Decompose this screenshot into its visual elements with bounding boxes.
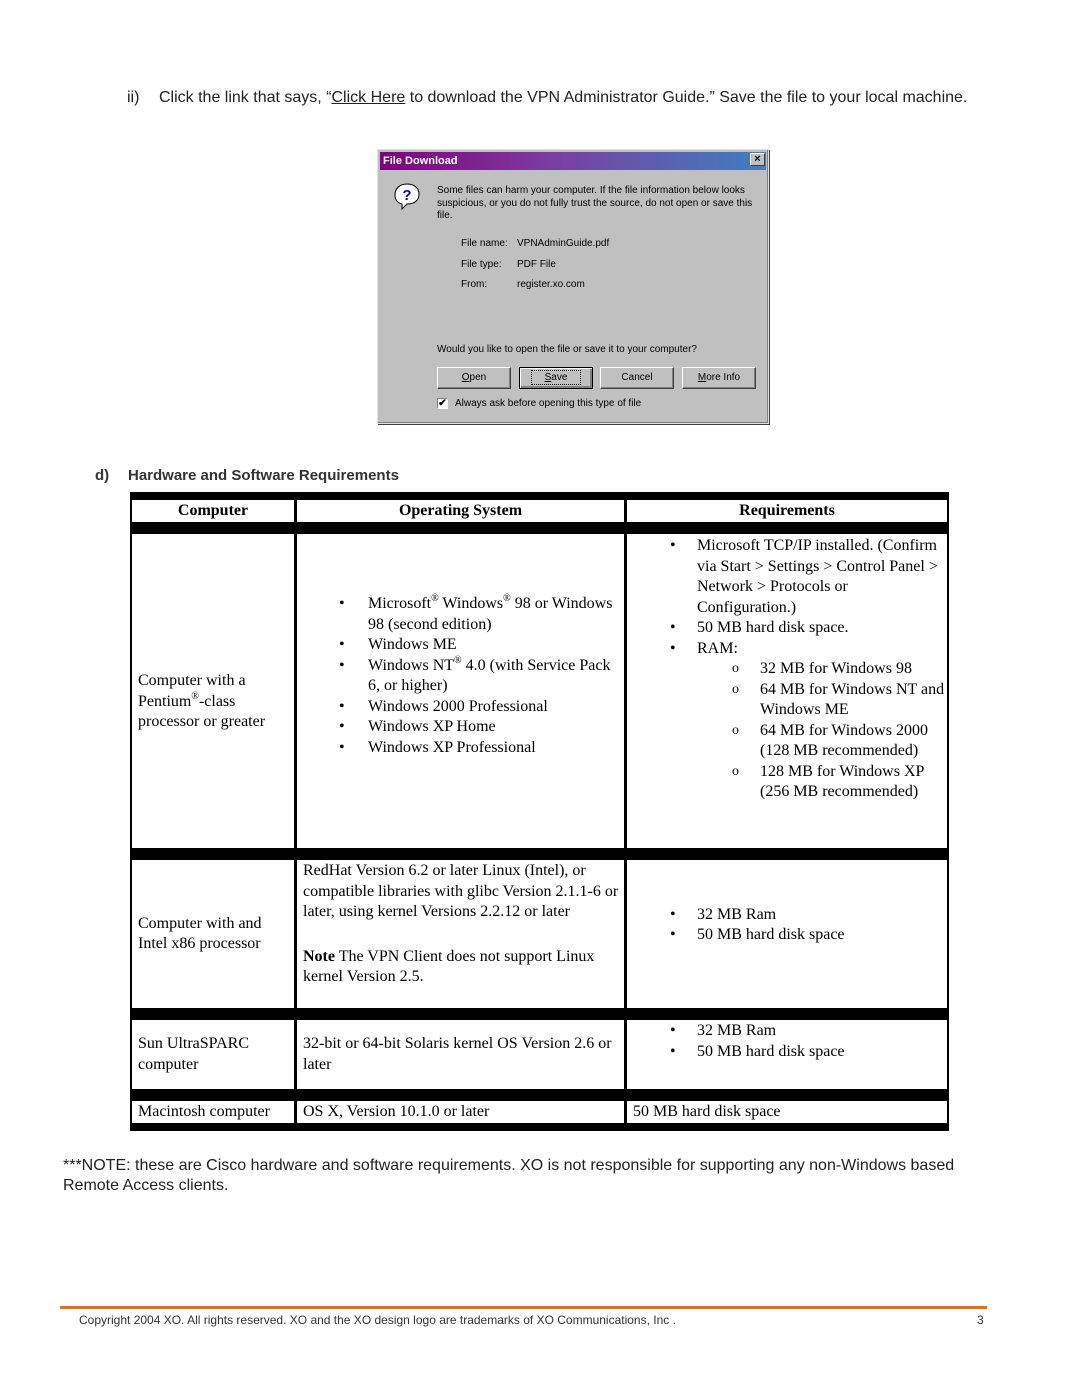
requirements-list: 32 MB Ram 50 MB hard disk space	[633, 905, 947, 946]
field-value: VPNAdminGuide.pdf	[517, 238, 610, 249]
save-button[interactable]: Save	[519, 367, 593, 389]
computer-cell: Macintosh computer	[132, 1101, 297, 1123]
registered-mark: ®	[503, 593, 511, 604]
list-item: RAM:	[633, 639, 947, 660]
text: Microsoft	[368, 595, 432, 612]
click-here-link[interactable]: Click Here	[332, 89, 406, 106]
registered-mark: ®	[431, 593, 439, 604]
os-cell: RedHat Version 6.2 or later Linux (Intel…	[297, 860, 627, 1008]
support-note: ***NOTE: these are Cisco hardware and so…	[63, 1157, 955, 1194]
field-label: File type:	[461, 259, 502, 270]
table-row: Computer with a Pentium®-class processor…	[130, 534, 949, 848]
cancel-button[interactable]: Cancel	[600, 367, 674, 389]
os-note: Note The VPN Client does not support Lin…	[303, 947, 624, 988]
more-info-button[interactable]: More Info	[682, 367, 756, 389]
list-item: Windows XP Professional	[303, 738, 624, 759]
page-number: 3	[977, 1313, 984, 1327]
table-row: Macintosh computer OS X, Version 10.1.0 …	[130, 1101, 949, 1123]
always-ask-checkbox[interactable]: ✔	[437, 398, 448, 409]
computer-text: Computer with a Pentium®-class processor…	[138, 671, 294, 733]
step-number: ii)	[127, 89, 140, 106]
button-label: pen	[469, 372, 487, 383]
requirements-cell: 50 MB hard disk space	[633, 1103, 781, 1120]
file-download-dialog: File Download × ? Some files can harm yo…	[377, 149, 769, 424]
svg-text:?: ?	[402, 187, 411, 204]
always-ask-label[interactable]: Always ask before opening this type of f…	[455, 398, 641, 409]
dialog-title: File Download	[383, 155, 458, 167]
requirements-cell: 32 MB Ram 50 MB hard disk space	[627, 1020, 947, 1089]
requirements-cell: 32 MB Ram 50 MB hard disk space	[627, 860, 947, 1008]
list-item: 128 MB for Windows XP (256 MB recommende…	[633, 762, 947, 803]
computer-cell: Computer with and Intel x86 processor	[132, 860, 297, 1008]
table-border	[130, 848, 949, 860]
header-operating-system: Operating System	[297, 500, 627, 522]
footer-copyright: Copyright 2004 XO. All rights reserved. …	[79, 1313, 676, 1327]
text: Windows	[438, 595, 504, 612]
list-item: Microsoft® Windows® 98 or Windows 98 (se…	[303, 594, 624, 635]
list-item: 64 MB for Windows 2000 (128 MB recommend…	[633, 721, 947, 762]
list-item: Windows XP Home	[303, 717, 624, 738]
close-icon[interactable]: ×	[750, 153, 765, 166]
table-border	[130, 1123, 949, 1131]
list-item: Microsoft TCP/IP installed. (Confirm via…	[633, 536, 947, 618]
list-item: Windows ME	[303, 635, 624, 656]
button-label: Save	[530, 370, 582, 385]
header-computer: Computer	[132, 500, 297, 522]
list-item: 32 MB Ram	[633, 1021, 947, 1042]
step-text: Click the link that says, “Click Here to…	[159, 88, 1009, 108]
os-list: Microsoft® Windows® 98 or Windows 98 (se…	[303, 594, 624, 758]
table-border	[130, 522, 949, 534]
button-label-rest: ave	[551, 372, 568, 383]
text: The VPN Client does not support Linux ke…	[303, 947, 595, 986]
header-requirements: Requirements	[739, 502, 835, 519]
table-border	[130, 1089, 949, 1101]
footer-rule	[60, 1306, 987, 1309]
list-item: Windows NT® 4.0 (with Service Pack 6, or…	[303, 654, 624, 697]
os-cell: Microsoft® Windows® 98 or Windows 98 (se…	[297, 534, 627, 848]
requirements-cell: Microsoft TCP/IP installed. (Confirm via…	[627, 534, 947, 848]
computer-cell: Sun UltraSPARC computer	[132, 1020, 297, 1089]
field-value: register.xo.com	[517, 279, 585, 290]
table-border	[130, 492, 949, 500]
dialog-titlebar: File Download	[380, 152, 766, 170]
requirements-table: Computer Operating System Requirements C…	[130, 492, 949, 1131]
table-border	[130, 1008, 949, 1020]
field-value: PDF File	[517, 259, 556, 270]
list-item: 50 MB hard disk space	[633, 1042, 947, 1063]
ram-list: 32 MB for Windows 98 64 MB for Windows N…	[633, 659, 947, 803]
table-row: Computer with and Intel x86 processor Re…	[130, 860, 949, 1008]
text: Windows NT	[368, 656, 455, 674]
os-cell: OS X, Version 10.1.0 or later	[297, 1101, 627, 1123]
requirements-list: Microsoft TCP/IP installed. (Confirm via…	[633, 536, 947, 659]
os-cell: 32-bit or 64-bit Solaris kernel OS Versi…	[297, 1020, 627, 1089]
list-item: 32 MB for Windows 98	[633, 659, 947, 680]
registered-mark: ®	[191, 690, 199, 702]
mnemonic: O	[461, 372, 470, 383]
section-letter: d)	[95, 467, 110, 484]
list-item: 64 MB for Windows NT and Windows ME	[633, 680, 947, 721]
question-icon: ?	[394, 183, 420, 210]
open-button[interactable]: Open	[437, 367, 511, 389]
section-title: Hardware and Software Requirements	[128, 467, 399, 484]
button-label: ore Info	[706, 372, 741, 383]
step-text-before: Click the link that says, “	[159, 89, 332, 106]
step-text-after: to download the VPN Administrator Guide.…	[405, 89, 968, 106]
mnemonic: M	[697, 372, 707, 383]
field-label: File name:	[461, 238, 508, 249]
table-row: Sun UltraSPARC computer 32-bit or 64-bit…	[130, 1020, 949, 1089]
list-item: 50 MB hard disk space.	[633, 618, 947, 639]
field-label: From:	[461, 279, 488, 290]
dialog-question: Would you like to open the file or save …	[437, 344, 697, 355]
dialog-message: Some files can harm your computer. If th…	[437, 185, 753, 221]
requirements-list: 32 MB Ram 50 MB hard disk space	[633, 1021, 947, 1062]
computer-cell: Computer with a Pentium®-class processor…	[132, 534, 297, 848]
registered-mark: ®	[454, 654, 462, 666]
list-item: Windows 2000 Professional	[303, 697, 624, 718]
table-header-row: Computer Operating System Requirements	[130, 500, 949, 522]
note-label: Note	[303, 947, 335, 965]
list-item: 32 MB Ram	[633, 905, 947, 926]
os-text: RedHat Version 6.2 or later Linux (Intel…	[303, 862, 619, 920]
list-item: 50 MB hard disk space	[633, 925, 947, 946]
